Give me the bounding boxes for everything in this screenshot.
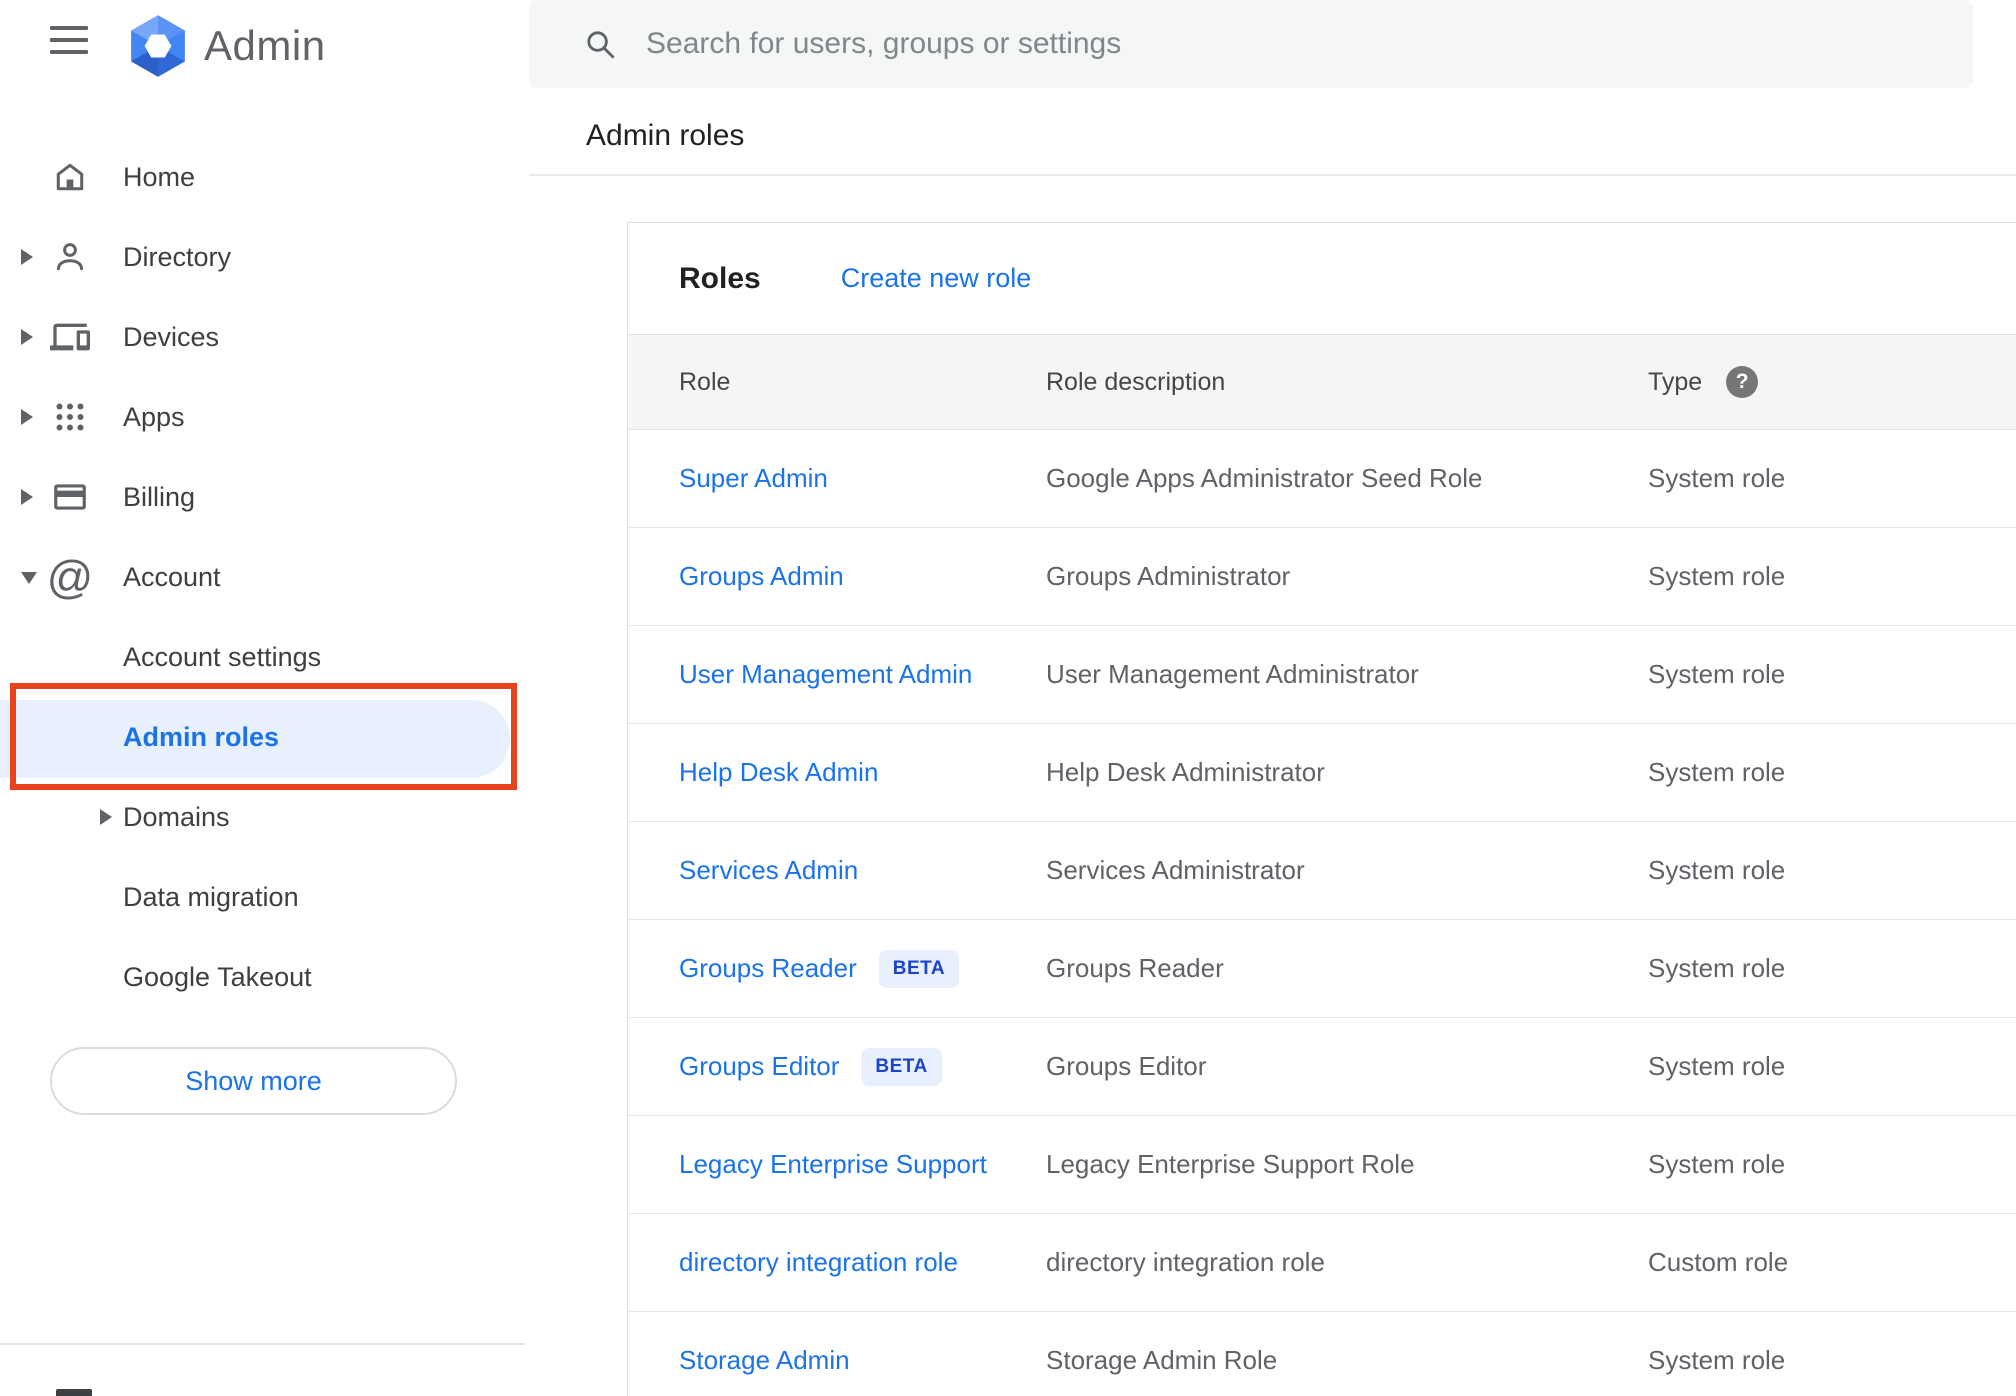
role-description: Storage Admin Role [1046,1345,1278,1375]
role-description: directory integration role [1046,1247,1325,1277]
person-icon [50,237,90,277]
sidebar-item-directory[interactable]: Directory [0,217,530,297]
role-description: User Management Administrator [1046,659,1419,689]
sidebar-item-label: Apps [123,401,185,432]
role-link[interactable]: Groups Admin [679,561,844,592]
sidebar-divider [0,1343,525,1345]
table-row: Storage Admin Storage Admin Role System ro… [628,1312,2016,1396]
sidebar-item-label: Account settings [123,641,322,672]
role-type: System role [1648,855,1786,885]
sidebar-item-google-takeout[interactable]: Google Takeout [0,937,530,1017]
column-header-role: Role [679,367,731,396]
devices-icon [50,317,90,357]
help-icon[interactable]: ? [1726,366,1759,398]
role-link[interactable]: directory integration role [679,1247,958,1278]
role-description: Legacy Enterprise Support Role [1046,1149,1415,1179]
column-header-type: Type [1648,367,1703,396]
role-link[interactable]: Legacy Enterprise Support [679,1149,987,1180]
title-divider [529,174,2016,176]
chevron-right-icon [100,809,112,825]
beta-badge: BETA [878,949,960,988]
role-description: Groups Editor [1046,1051,1207,1081]
sidebar-item-devices[interactable]: Devices [0,297,530,377]
table-row: Help Desk Admin Help Desk Administrator Sy… [628,724,2016,822]
table-row: User Management Admin User Management Adm… [628,626,2016,724]
role-type: System role [1648,1149,1786,1179]
beta-badge: BETA [861,1047,942,1086]
sidebar-item-domains[interactable]: Domains [0,777,530,857]
table-row: Super Admin Google Apps Administrator See… [628,430,2016,528]
sidebar-item-label: Account [123,561,221,592]
roles-panel: Roles Create new role Role Role descript… [627,222,2016,1396]
show-more-button[interactable]: Show more [50,1047,457,1115]
column-header-description: Role description [1046,367,1226,396]
sidebar-item-billing[interactable]: Billing [0,457,530,537]
role-link[interactable]: User Management Admin [679,659,972,690]
card-icon [50,477,90,517]
table-row: Services Admin Services Administrator Syst… [628,822,2016,920]
role-link[interactable]: Groups Editor [679,1051,839,1082]
sidebar-item-label: Directory [123,241,232,272]
role-link[interactable]: Services Admin [679,855,858,886]
role-description: Google Apps Administrator Seed Role [1046,463,1483,493]
chevron-down-icon [21,572,37,584]
role-type: System role [1648,561,1786,591]
table-row: directory integration role directory inte… [628,1214,2016,1312]
sidebar-item-label: Billing [123,481,196,512]
table-column-headers: Role Role description Type ? [628,334,2016,430]
roles-table-body: Super Admin Google Apps Administrator See… [628,430,2016,1396]
role-type: System role [1648,1345,1786,1375]
role-description: Groups Administrator [1046,561,1291,591]
page-title: Admin roles [586,119,745,152]
search-input[interactable]: Search for users, groups or settings [529,0,1973,88]
apps-icon [50,397,90,437]
roles-panel-header: Roles Create new role [628,223,2016,334]
role-type: Custom role [1648,1247,1789,1277]
table-row: Groups Editor BETA Groups Editor System rol… [628,1018,2016,1116]
table-row: Groups Reader BETA Groups Reader System rol… [628,920,2016,1018]
sidebar-item-account-settings[interactable]: Account settings [0,617,530,697]
sidebar-item-apps[interactable]: Apps [0,377,530,457]
chevron-right-icon [21,409,33,425]
role-description: Services Administrator [1046,855,1305,885]
at-icon: @ [46,551,94,603]
sidebar-item-home[interactable]: Home [0,137,530,217]
cut-off-icon [56,1389,92,1396]
sidebar-item-admin-roles[interactable]: Admin roles [0,697,530,777]
table-row: Groups Admin Groups Administrator System r… [628,528,2016,626]
sidebar-item-account[interactable]: @ Account [0,537,530,617]
role-type: System role [1648,757,1786,787]
role-link[interactable]: Groups Reader [679,953,857,984]
role-description: Groups Reader [1046,953,1224,983]
role-type: System role [1648,953,1786,983]
chevron-right-icon [21,329,33,345]
role-link[interactable]: Help Desk Admin [679,757,878,788]
role-link[interactable]: Storage Admin [679,1345,850,1376]
chevron-right-icon [21,249,33,265]
google-admin-logo-icon[interactable] [126,13,190,79]
role-description: Help Desk Administrator [1046,757,1325,787]
home-icon [50,157,90,197]
role-type: System role [1648,1051,1786,1081]
role-type: System role [1648,463,1786,493]
sidebar-item-label: Domains [123,801,230,832]
role-link[interactable]: Super Admin [679,463,828,494]
sidebar-item-label: Devices [123,321,220,352]
sidebar-item-label: Google Takeout [123,961,312,992]
sidebar-item-label: Home [123,161,196,192]
chevron-right-icon [21,489,33,505]
create-new-role-link[interactable]: Create new role [841,263,1032,294]
roles-heading: Roles [679,261,761,295]
search-icon [583,27,617,66]
role-type: System role [1648,659,1786,689]
table-row: Legacy Enterprise Support Legacy Enterpri… [628,1116,2016,1214]
sidebar-nav: Home Directory Devices Apps Billing @ Account A… [0,137,530,1017]
sidebar-item-label: Data migration [123,881,299,912]
search-placeholder: Search for users, groups or settings [646,27,1122,60]
sidebar-item-label: Admin roles [123,721,280,752]
sidebar-item-data-migration[interactable]: Data migration [0,857,530,937]
app-title: Admin [204,22,326,69]
menu-icon[interactable] [50,26,88,58]
